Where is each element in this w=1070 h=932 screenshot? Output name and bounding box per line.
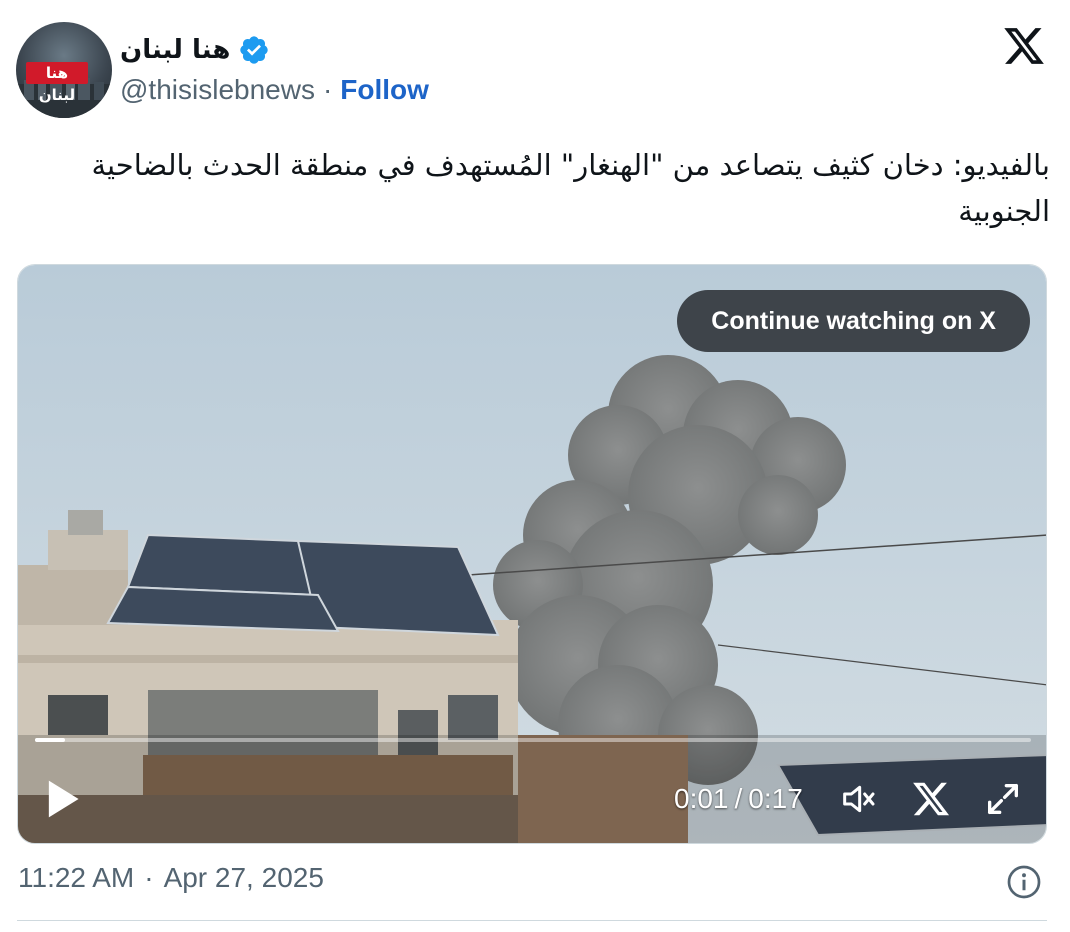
divider — [17, 920, 1047, 921]
fullscreen-icon[interactable] — [983, 779, 1023, 819]
author-handle[interactable]: @thisislebnews — [120, 74, 315, 106]
time-separator: / — [734, 783, 743, 814]
video-time: 0:01 / 0:17 — [674, 783, 803, 815]
follow-button[interactable]: Follow — [340, 74, 429, 106]
tweet-text: بالفيديو: دخان كثيف يتصاعد من "الهنغار" … — [91, 148, 1050, 228]
handle-separator: · — [322, 74, 333, 105]
tweet-time: 11:22 AM — [18, 862, 135, 893]
x-logo-icon[interactable] — [1002, 24, 1046, 68]
x-video-logo-icon[interactable] — [911, 779, 951, 819]
volume-muted-icon[interactable] — [838, 779, 878, 819]
duration: 0:17 — [748, 783, 803, 814]
current-time: 0:01 — [674, 783, 729, 814]
author-display-name[interactable]: هنا لبنان — [120, 35, 230, 65]
tweet-timestamp[interactable]: 11:22 AM · Apr 27, 2025 — [18, 862, 324, 894]
video-player[interactable]: Continue watching on X 0:01 / 0:17 — [17, 264, 1047, 844]
video-progress-bar[interactable] — [35, 738, 1031, 742]
video-progress-fill — [35, 738, 65, 742]
info-icon[interactable] — [1006, 864, 1042, 900]
author-handle-row: @thisislebnews · Follow — [120, 74, 429, 106]
author-name-row: هنا لبنان — [120, 30, 270, 70]
tweet-date: Apr 27, 2025 — [163, 862, 324, 893]
avatar-logo: هنا لبنان — [26, 62, 88, 104]
avatar[interactable]: هنا لبنان — [16, 22, 112, 118]
continue-watching-button[interactable]: Continue watching on X — [677, 290, 1030, 352]
verified-badge-icon — [240, 36, 269, 64]
timestamp-separator: · — [144, 862, 154, 893]
play-icon[interactable] — [46, 779, 80, 819]
